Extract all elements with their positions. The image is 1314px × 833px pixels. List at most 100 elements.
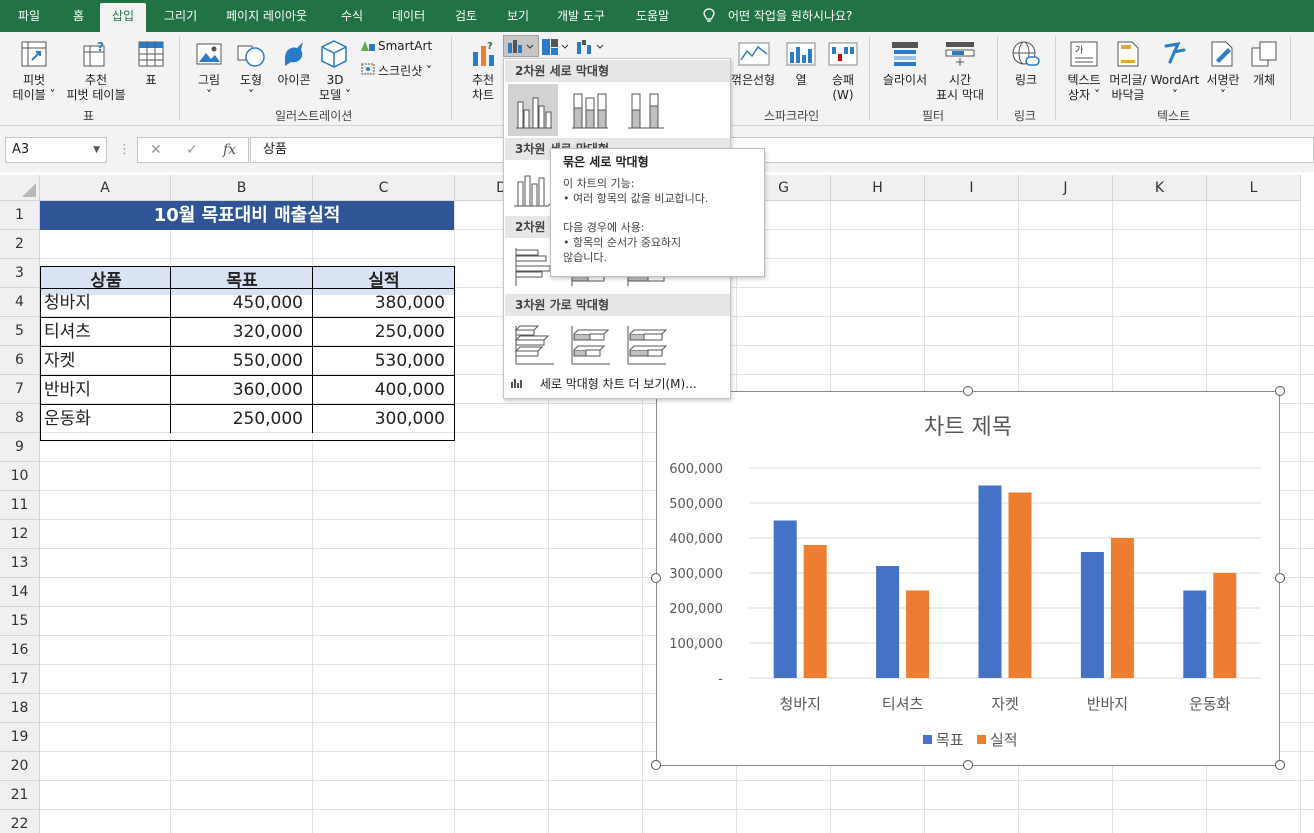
- pivot-table-button[interactable]: 피벗 테이블 ˅: [8, 73, 60, 103]
- row-header-7[interactable]: 7: [0, 375, 40, 404]
- recommended-charts-button[interactable]: 추천 차트: [464, 73, 502, 103]
- row-header-17[interactable]: 17: [0, 665, 40, 694]
- row-header-5[interactable]: 5: [0, 317, 40, 346]
- resize-handle-sw[interactable]: [651, 760, 661, 770]
- legend-label[interactable]: 실적: [990, 731, 1018, 749]
- resize-handle-s[interactable]: [963, 760, 973, 770]
- tab-review[interactable]: 검토: [455, 0, 477, 32]
- tab-developer[interactable]: 개발 도구: [557, 0, 605, 32]
- bar-목표-자켓[interactable]: [978, 485, 1002, 679]
- cell-target[interactable]: 320,000: [170, 317, 313, 346]
- cell-actual[interactable]: 300,000: [312, 404, 455, 433]
- legend-label[interactable]: 목표: [936, 731, 964, 749]
- row-header-6[interactable]: 6: [0, 346, 40, 375]
- table-button[interactable]: 표: [140, 73, 162, 88]
- row-header-14[interactable]: 14: [0, 578, 40, 607]
- signature-line-button[interactable]: 서명란 ˅: [1202, 73, 1244, 103]
- cell-product[interactable]: 청바지: [40, 288, 171, 317]
- hierarchy-chart-icon[interactable]: [541, 38, 571, 56]
- recommended-pivot-button[interactable]: 추천 피벗 테이블: [62, 73, 130, 103]
- row-header-4[interactable]: 4: [0, 288, 40, 317]
- picture-button[interactable]: 그림 ˅: [192, 73, 226, 103]
- enter-icon[interactable]: ✓: [186, 142, 198, 158]
- column-header-k[interactable]: K: [1113, 175, 1207, 201]
- column-header-b[interactable]: B: [171, 175, 313, 201]
- chart-title[interactable]: 차트 제목: [924, 415, 1012, 440]
- bar-실적-반바지[interactable]: [1110, 538, 1134, 678]
- row-header-15[interactable]: 15: [0, 607, 40, 636]
- row-header-21[interactable]: 21: [0, 781, 40, 810]
- cell-target[interactable]: 360,000: [170, 375, 313, 404]
- row-header-13[interactable]: 13: [0, 549, 40, 578]
- column-header-c[interactable]: C: [313, 175, 455, 201]
- column-header-j[interactable]: J: [1019, 175, 1113, 201]
- row-header-20[interactable]: 20: [0, 752, 40, 781]
- tab-data[interactable]: 데이터: [392, 0, 425, 32]
- slicer-button[interactable]: 슬라이서: [878, 73, 932, 88]
- screenshot-button[interactable]: 스크린샷 ˅: [378, 62, 432, 79]
- resize-handle-ne[interactable]: [1275, 386, 1285, 396]
- bar-목표-반바지[interactable]: [1080, 552, 1104, 678]
- sheet-title-cell[interactable]: 10월 목표대비 매출실적: [40, 201, 454, 230]
- cell-actual[interactable]: 400,000: [312, 375, 455, 404]
- more-column-charts-link[interactable]: 세로 막대형 차트 더 보기(M)...: [510, 375, 697, 392]
- formula-input[interactable]: 상품: [250, 137, 1314, 163]
- row-header-3[interactable]: 3: [0, 259, 40, 288]
- cell-product[interactable]: 티셔츠: [40, 317, 171, 346]
- drag-handle-icon[interactable]: ⋮: [118, 142, 131, 157]
- bar-목표-청바지[interactable]: [773, 520, 797, 679]
- row-header-18[interactable]: 18: [0, 694, 40, 723]
- resize-handle-n[interactable]: [963, 386, 973, 396]
- chart-object[interactable]: 차트 제목 - 100,000 200,000 300,000 400,000 500,0…: [656, 391, 1280, 766]
- cell-actual[interactable]: 380,000: [312, 288, 455, 317]
- shapes-button[interactable]: 도형 ˅: [234, 73, 268, 103]
- column-header-h[interactable]: H: [831, 175, 925, 201]
- cell-product[interactable]: 운동화: [40, 404, 171, 433]
- tab-page-layout[interactable]: 페이지 레이아웃: [226, 0, 307, 32]
- percent-stacked-column-option[interactable]: [620, 84, 670, 136]
- tab-view[interactable]: 보기: [507, 0, 529, 32]
- cell-target[interactable]: 550,000: [170, 346, 313, 375]
- 3d-percent-stacked-bar-option[interactable]: [620, 318, 670, 370]
- tab-draw[interactable]: 그리기: [164, 0, 197, 32]
- object-button[interactable]: 개체: [1248, 73, 1280, 88]
- bar-목표-티셔츠[interactable]: [876, 566, 900, 678]
- cell-product[interactable]: 반바지: [40, 375, 171, 404]
- row-header-10[interactable]: 10: [0, 462, 40, 491]
- chevron-down-icon[interactable]: ▼: [93, 138, 100, 162]
- select-all-corner[interactable]: [0, 175, 40, 201]
- icons-button[interactable]: 아이콘: [273, 73, 315, 88]
- tab-insert[interactable]: 삽입: [100, 3, 147, 32]
- bar-실적-청바지[interactable]: [803, 545, 827, 678]
- row-header-12[interactable]: 12: [0, 520, 40, 549]
- tell-me-search[interactable]: 어떤 작업을 원하시나요?: [728, 0, 852, 32]
- header-footer-button[interactable]: 머리글/바닥글: [1106, 73, 1150, 103]
- clustered-column-option[interactable]: [508, 84, 558, 136]
- row-header-19[interactable]: 19: [0, 723, 40, 752]
- tab-file[interactable]: 파일: [18, 0, 40, 32]
- bar-실적-티셔츠[interactable]: [906, 590, 930, 679]
- sparkline-column-button[interactable]: 열: [792, 73, 810, 88]
- 3d-clustered-bar-option[interactable]: [508, 318, 558, 370]
- waterfall-chart-icon[interactable]: [576, 38, 606, 56]
- 3d-model-button[interactable]: 3D 모델 ˅: [314, 73, 356, 103]
- row-header-22[interactable]: 22: [0, 810, 40, 833]
- link-button[interactable]: 링크: [1012, 73, 1040, 88]
- bar-실적-자켓[interactable]: [1008, 492, 1032, 679]
- stacked-column-option[interactable]: [564, 84, 614, 136]
- resize-handle-e[interactable]: [1275, 573, 1285, 583]
- bar-목표-운동화[interactable]: [1183, 590, 1207, 679]
- column-header-l[interactable]: L: [1207, 175, 1301, 201]
- cell-target[interactable]: 250,000: [170, 404, 313, 433]
- cancel-icon[interactable]: ✕: [150, 142, 162, 158]
- row-header-16[interactable]: 16: [0, 636, 40, 665]
- row-header-9[interactable]: 9: [0, 433, 40, 462]
- textbox-button[interactable]: 텍스트 상자 ˅: [1062, 73, 1106, 103]
- smartart-button[interactable]: SmartArt: [378, 39, 432, 53]
- resize-handle-se[interactable]: [1275, 760, 1285, 770]
- insert-function-icon[interactable]: fx: [223, 142, 236, 158]
- cell-actual[interactable]: 250,000: [312, 317, 455, 346]
- sparkline-winloss-button[interactable]: 승패 (W): [825, 73, 861, 103]
- cell-target[interactable]: 450,000: [170, 288, 313, 317]
- timeline-button[interactable]: 시간 표시 막대: [930, 73, 990, 103]
